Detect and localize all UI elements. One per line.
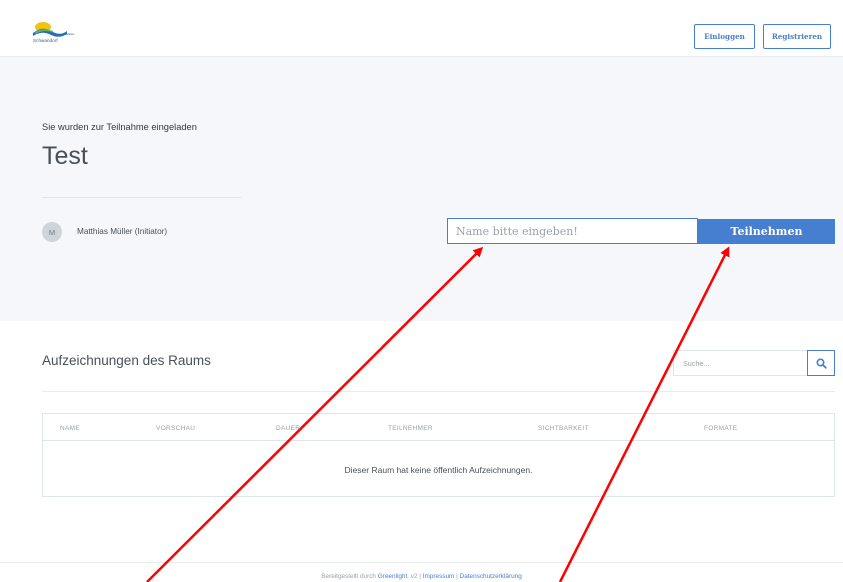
invitation-text: Sie wurden zur Teilnahme eingeladen: [42, 122, 197, 132]
register-button[interactable]: Registrieren: [763, 24, 831, 49]
recordings-search-input[interactable]: [673, 350, 807, 376]
logo-subtitle: Landkreis: [63, 33, 75, 36]
column-header-preview[interactable]: VORSCHAU: [156, 425, 195, 432]
column-header-name[interactable]: NAME: [60, 425, 80, 432]
footer-divider: [0, 562, 843, 563]
recordings-search-button[interactable]: [807, 350, 835, 376]
table-header-divider: [43, 440, 834, 441]
recordings-divider: [42, 391, 835, 392]
greenlight-link[interactable]: Greenlight: [378, 573, 408, 580]
column-header-visibility[interactable]: SICHTBARKEIT: [538, 425, 589, 432]
footer-version: . v2 |: [407, 573, 423, 580]
title-divider: [42, 197, 241, 198]
recordings-table: NAME VORSCHAU DAUER TEILNEHMER SICHTBARK…: [42, 413, 835, 497]
logo-text: Schwandorf: [33, 38, 58, 43]
login-button[interactable]: Einloggen: [694, 24, 755, 49]
schwandorf-logo[interactable]: Landkreis Schwandorf: [33, 21, 75, 47]
room-title: Test: [42, 142, 88, 170]
column-header-participants[interactable]: TEILNEHMER: [388, 425, 433, 432]
recordings-title: Aufzeichnungen des Raums: [42, 353, 211, 368]
column-header-duration[interactable]: DAUER: [276, 425, 300, 432]
join-name-input[interactable]: [447, 218, 698, 244]
privacy-link[interactable]: Datenschutzerklärung: [460, 573, 522, 580]
room-owner-name: Matthias Müller (Initiator): [77, 227, 168, 236]
impressum-link[interactable]: Impressum: [423, 573, 455, 580]
search-icon: [815, 357, 827, 369]
column-header-formats[interactable]: FORMATE: [704, 425, 737, 432]
empty-recordings-message: Dieser Raum hat keine öffentlich Aufzeic…: [344, 465, 533, 475]
owner-avatar: M: [42, 222, 62, 242]
footer: Bereitgestellt durch Greenlight. v2 | Im…: [0, 573, 843, 580]
top-navbar: Landkreis Schwandorf Einloggen Registrie…: [0, 0, 843, 57]
room-hero-section: [0, 57, 843, 321]
footer-prefix: Bereitgestellt durch: [321, 573, 378, 580]
join-button[interactable]: Teilnehmen: [698, 219, 835, 244]
